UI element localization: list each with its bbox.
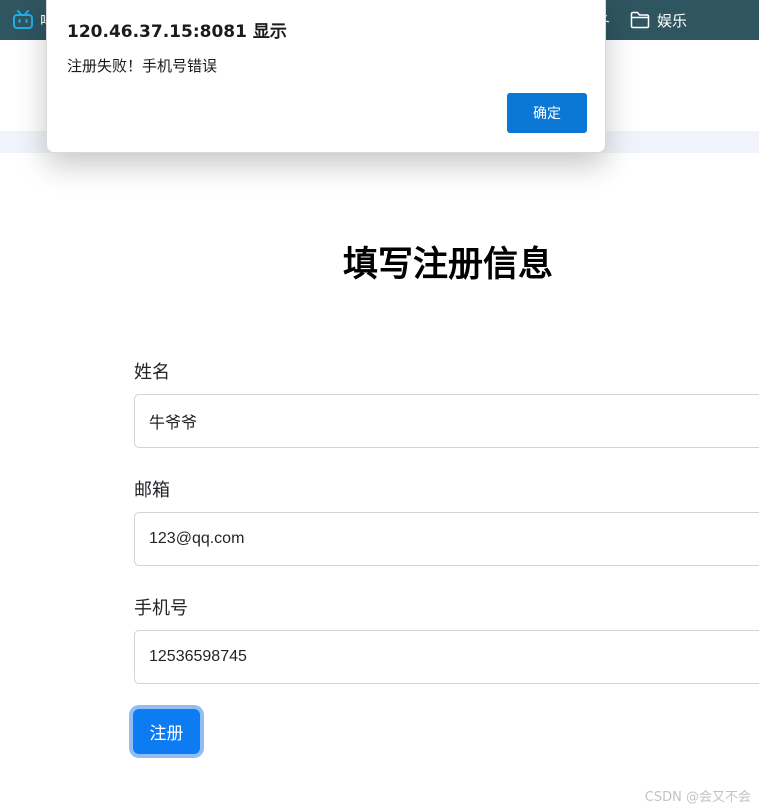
register-button[interactable]: 注册 <box>133 709 200 754</box>
phone-input[interactable] <box>134 630 759 684</box>
bookmark-label: 娱乐 <box>657 11 688 30</box>
folder-icon <box>630 11 650 29</box>
email-input[interactable] <box>134 512 759 566</box>
name-label: 姓名 <box>134 362 170 383</box>
name-input[interactable] <box>134 394 759 448</box>
bilibili-icon <box>13 10 33 29</box>
dialog-title: 120.46.37.15:8081 显示 <box>67 22 287 42</box>
email-label: 邮箱 <box>134 480 170 501</box>
dialog-ok-button[interactable]: 确定 <box>507 93 587 133</box>
page-title: 填写注册信息 <box>342 245 553 285</box>
alert-dialog: 120.46.37.15:8081 显示 注册失败！手机号错误 确定 <box>46 0 606 153</box>
csdn-watermark: CSDN @会又不会 <box>644 790 751 805</box>
phone-label: 手机号 <box>134 598 188 619</box>
browser-page: 哔 冬 娱乐 填写注册信息 姓名 邮箱 手机号 注册 CSDN @会又不会 12… <box>0 0 759 809</box>
dialog-message: 注册失败！手机号错误 <box>67 57 218 75</box>
bookmark-folder-entertainment[interactable]: 娱乐 <box>630 0 687 40</box>
